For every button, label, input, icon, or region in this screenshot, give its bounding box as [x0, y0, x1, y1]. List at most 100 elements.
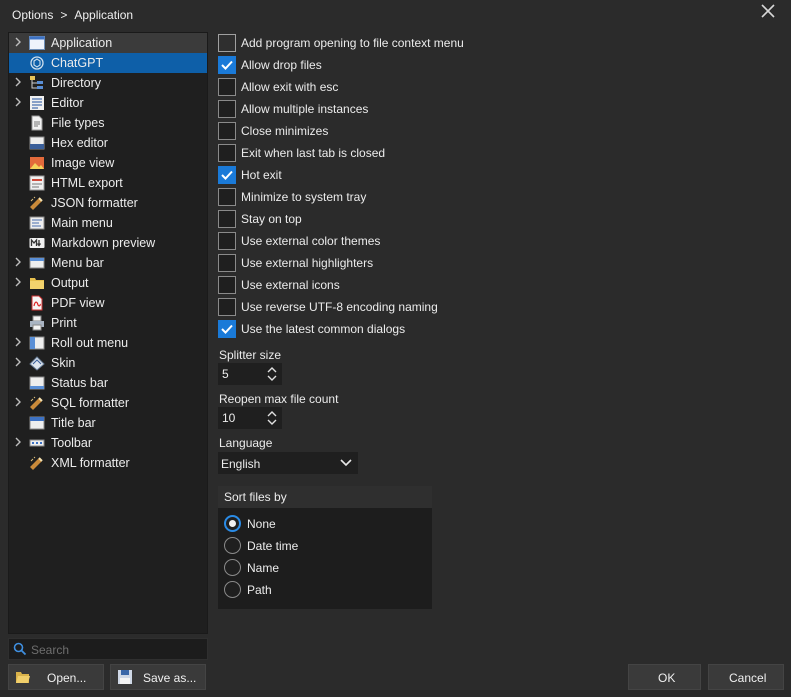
- chevron-right-icon[interactable]: [14, 396, 24, 410]
- breadcrumb-root[interactable]: Options: [12, 8, 53, 22]
- save-as-button[interactable]: Save as...: [110, 664, 206, 690]
- radio-selected[interactable]: [224, 515, 241, 532]
- cancel-button[interactable]: Cancel: [708, 664, 784, 690]
- checkbox[interactable]: [218, 232, 236, 250]
- window-icon: [29, 35, 45, 51]
- tree-item-file-types[interactable]: File types: [9, 113, 207, 133]
- tree-item-sql-formatter[interactable]: SQL formatter: [9, 393, 207, 413]
- tree-item-print[interactable]: Print: [9, 313, 207, 333]
- tree-item-roll-out-menu[interactable]: Roll out menu: [9, 333, 207, 353]
- spinner-arrows-icon[interactable]: [266, 409, 278, 427]
- chevron-right-icon[interactable]: [14, 96, 24, 110]
- option-use-external-color-themes[interactable]: Use external color themes: [218, 231, 638, 251]
- splitter-size-value[interactable]: 5: [222, 367, 229, 381]
- checkbox[interactable]: [218, 34, 236, 52]
- tree-item-image-view[interactable]: Image view: [9, 153, 207, 173]
- option-minimize-to-system-tray[interactable]: Minimize to system tray: [218, 187, 638, 207]
- tree-item-label: Application: [51, 36, 113, 50]
- tree-item-editor[interactable]: Editor: [9, 93, 207, 113]
- option-allow-drop-files[interactable]: Allow drop files: [218, 55, 638, 75]
- tree-item-markdown-preview[interactable]: Markdown preview: [9, 233, 207, 253]
- tree-item-xml-formatter[interactable]: XML formatter: [9, 453, 207, 473]
- option-close-minimizes[interactable]: Close minimizes: [218, 121, 638, 141]
- tree-item-label: Roll out menu: [51, 336, 129, 350]
- tree-item-label: Editor: [51, 96, 84, 110]
- search-icon: [13, 642, 27, 656]
- option-add-program-opening-to-file-context-menu[interactable]: Add program opening to file context menu: [218, 33, 638, 53]
- ok-button[interactable]: OK: [628, 664, 701, 690]
- tree-item-menu-bar[interactable]: Menu bar: [9, 253, 207, 273]
- tree-item-label: Menu bar: [51, 256, 104, 270]
- checkbox[interactable]: [218, 188, 236, 206]
- sort-option-label: None: [247, 517, 276, 531]
- close-icon[interactable]: [758, 0, 778, 22]
- chevron-right-icon[interactable]: [14, 356, 24, 370]
- splitter-size-spinner[interactable]: 5: [218, 363, 282, 385]
- title-bar: Options > Application: [0, 0, 791, 30]
- sort-option-path[interactable]: Path: [224, 580, 424, 600]
- spinner-arrows-icon[interactable]: [266, 365, 278, 383]
- search-box[interactable]: Search: [8, 638, 208, 660]
- tree-item-status-bar[interactable]: Status bar: [9, 373, 207, 393]
- tree-item-label: SQL formatter: [51, 396, 130, 410]
- option-hot-exit[interactable]: Hot exit: [218, 165, 638, 185]
- open-folder-icon: [16, 672, 30, 683]
- chevron-right-icon[interactable]: [14, 336, 24, 350]
- checkbox[interactable]: [218, 122, 236, 140]
- checkbox[interactable]: [218, 210, 236, 228]
- save-as-label: Save as...: [143, 671, 197, 685]
- option-allow-multiple-instances[interactable]: Allow multiple instances: [218, 99, 638, 119]
- sort-option-name[interactable]: Name: [224, 558, 424, 578]
- checkbox-checked[interactable]: [218, 320, 236, 338]
- chevron-down-icon: [340, 459, 352, 467]
- chevron-right-icon[interactable]: [14, 276, 24, 290]
- tree-item-directory[interactable]: Directory: [9, 73, 207, 93]
- statusbar-icon: [29, 375, 45, 391]
- tree-item-chatgpt[interactable]: ChatGPT: [9, 53, 207, 73]
- tree-item-pdf-view[interactable]: PDF view: [9, 293, 207, 313]
- tree-item-hex-editor[interactable]: Hex editor: [9, 133, 207, 153]
- option-label: Hot exit: [241, 168, 282, 182]
- option-label: Allow drop files: [241, 58, 322, 72]
- option-exit-when-last-tab-is-closed[interactable]: Exit when last tab is closed: [218, 143, 638, 163]
- option-use-external-icons[interactable]: Use external icons: [218, 275, 638, 295]
- radio[interactable]: [224, 581, 241, 598]
- tree-item-skin[interactable]: Skin: [9, 353, 207, 373]
- search-input[interactable]: Search: [31, 643, 69, 657]
- checkbox[interactable]: [218, 78, 236, 96]
- options-tree[interactable]: Application ChatGPT Directory Editor File ty…: [8, 32, 208, 634]
- checkbox-checked[interactable]: [218, 166, 236, 184]
- tree-item-html-export[interactable]: HTML export: [9, 173, 207, 193]
- tree-item-application[interactable]: Application: [9, 33, 207, 53]
- option-use-reverse-utf-8-encoding-naming[interactable]: Use reverse UTF-8 encoding naming: [218, 297, 638, 317]
- chevron-right-icon[interactable]: [14, 436, 24, 450]
- checkbox[interactable]: [218, 276, 236, 294]
- chevron-right-icon[interactable]: [14, 36, 24, 50]
- sort-option-none[interactable]: None: [224, 514, 424, 534]
- html-icon: [29, 175, 45, 191]
- sort-option-date-time[interactable]: Date time: [224, 536, 424, 556]
- tree-item-output[interactable]: Output: [9, 273, 207, 293]
- checkbox[interactable]: [218, 298, 236, 316]
- checkbox[interactable]: [218, 100, 236, 118]
- open-button[interactable]: Open...: [8, 664, 104, 690]
- option-use-the-latest-common-dialogs[interactable]: Use the latest common dialogs: [218, 319, 638, 339]
- tree-item-title-bar[interactable]: Title bar: [9, 413, 207, 433]
- radio[interactable]: [224, 559, 241, 576]
- checkbox[interactable]: [218, 144, 236, 162]
- reopen-max-spinner[interactable]: 10: [218, 407, 282, 429]
- option-allow-exit-with-esc[interactable]: Allow exit with esc: [218, 77, 638, 97]
- reopen-max-value[interactable]: 10: [222, 411, 235, 425]
- chevron-right-icon[interactable]: [14, 76, 24, 90]
- chatgpt-icon: [29, 55, 45, 71]
- language-select[interactable]: English: [218, 452, 358, 474]
- radio[interactable]: [224, 537, 241, 554]
- tree-item-toolbar[interactable]: Toolbar: [9, 433, 207, 453]
- option-use-external-highlighters[interactable]: Use external highlighters: [218, 253, 638, 273]
- checkbox-checked[interactable]: [218, 56, 236, 74]
- checkbox[interactable]: [218, 254, 236, 272]
- chevron-right-icon[interactable]: [14, 256, 24, 270]
- option-stay-on-top[interactable]: Stay on top: [218, 209, 638, 229]
- tree-item-json-formatter[interactable]: JSON formatter: [9, 193, 207, 213]
- tree-item-main-menu[interactable]: Main menu: [9, 213, 207, 233]
